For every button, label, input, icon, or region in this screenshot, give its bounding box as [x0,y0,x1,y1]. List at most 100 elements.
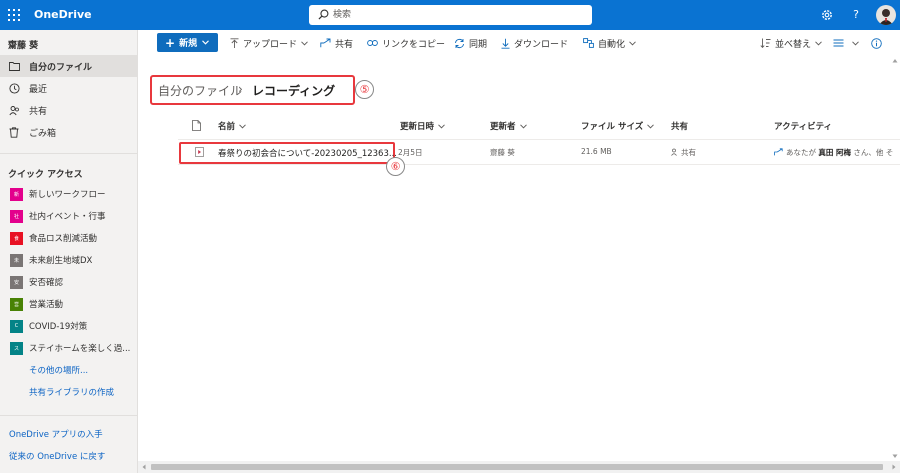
new-button-label: 新規 [179,39,198,49]
scroll-down-icon[interactable] [892,454,898,459]
callout-number-5: ⑤ [355,80,374,99]
people-icon [8,104,20,116]
automate-button[interactable]: 自動化 [583,36,640,50]
file-type-header[interactable] [192,120,201,131]
copy-link-button[interactable]: リンクをコピー [367,36,445,50]
site-label: 営業活動 [29,300,64,310]
sort-button[interactable]: 並べ替え [760,36,826,50]
details-pane-button[interactable] [871,36,886,50]
site-badge-icon: 食 [10,231,23,245]
brand-name[interactable]: OneDrive [34,8,92,21]
sharing-status: 共有 [681,148,696,157]
scroll-right-icon[interactable] [891,464,897,470]
help-icon[interactable]: ? [849,8,863,22]
nav-item-label: ごみ箱 [29,128,57,139]
user-name: 齋藤 葵 [8,41,39,51]
horizontal-scrollbar[interactable] [138,461,900,473]
search-box[interactable] [309,5,592,25]
sync-icon [455,38,464,48]
file-name-link[interactable]: 春祭りの初会合について-20230205_12363... [218,147,397,159]
avatar[interactable] [876,5,896,25]
shared-people-icon [671,148,677,156]
copy-link-label: リンクをコピー [382,39,446,50]
sidebar-site-item[interactable]: 食 食品ロス削減活動 [0,227,137,249]
sync-label: 同期 [469,39,488,50]
column-header-activity[interactable]: アクティビティ [774,120,832,132]
chevron-down-icon [301,40,308,46]
sidebar-site-item[interactable]: C COVID-19対策 [0,315,137,337]
sidebar-site-item[interactable]: ス ステイホームを楽しく過... [0,337,137,359]
share-icon [320,38,331,48]
share-button[interactable]: 共有 [320,36,353,50]
site-label: 食品ロス削減活動 [29,234,98,244]
link-icon [367,40,378,46]
plus-icon: + [165,35,176,50]
sidebar-site-item[interactable]: 営 営業活動 [0,293,137,315]
chevron-down-icon [519,123,527,129]
chevron-down-icon [815,40,822,46]
nav-item-recycle-bin[interactable]: ごみ箱 [0,121,137,143]
sidebar-site-item[interactable]: 社 社内イベント・行事 [0,205,137,227]
column-header-label: ファイル サイズ [581,122,644,132]
sidebar-divider [0,153,137,154]
scrollbar-thumb[interactable] [151,464,883,470]
activity-person: 真田 阿梅 [818,148,852,157]
sidebar-site-item[interactable]: 安 安否確認 [0,271,137,293]
scroll-up-icon[interactable] [892,58,898,63]
scroll-left-icon[interactable] [141,464,147,470]
return-classic-onedrive-link[interactable]: 従来の OneDrive に戻す [9,450,105,462]
site-label: ステイホームを楽しく過... [29,344,131,354]
nav-item-label: 最近 [29,84,48,95]
site-label: COVID-19対策 [29,322,88,332]
sidebar-site-item[interactable]: 未 未来創生地域DX [0,249,137,271]
site-badge-icon: 社 [10,209,23,223]
user-photo-icon [879,9,893,25]
column-header-name[interactable]: 名前 [218,120,246,132]
nav-item-label: 共有 [29,106,48,117]
modified-date: 2月5日 [398,148,423,157]
upload-icon [230,37,239,48]
gear-icon[interactable] [820,8,834,22]
vertical-scrollbar[interactable] [891,56,900,461]
download-icon [501,38,510,49]
sort-label: 並べ替え [775,39,812,50]
sidebar: 齋藤 葵 自分のファイル 最近 共有 ごみ箱 クイック アクセス 新 新しいワー… [0,30,138,473]
new-button[interactable]: + 新規 [157,33,218,52]
site-badge-icon: 安 [10,275,23,289]
create-shared-library-link[interactable]: 共有ライブラリの作成 [29,386,114,398]
command-bar: + 新規 アップロード 共有 リンクをコピー 同期 ダウンロード 自動化 並べ替… [138,30,900,56]
column-header-label: 更新者 [490,122,516,132]
upload-button[interactable]: アップロード [230,36,312,50]
column-header-modified[interactable]: 更新日時 [400,120,445,132]
download-button[interactable]: ダウンロード [501,36,568,50]
column-header-file-size[interactable]: ファイル サイズ [581,120,655,132]
sync-button[interactable]: 同期 [454,36,487,50]
activity-prefix: あなたが [786,148,816,157]
chevron-down-icon [852,40,859,46]
nav-item-shared[interactable]: 共有 [0,99,137,121]
app-launcher-icon[interactable] [8,9,20,21]
video-file-icon [195,147,204,157]
view-options-button[interactable] [833,36,863,50]
document-icon [192,120,201,131]
activity-text: あなたが 真田 阿梅 さん、他 そ [786,147,900,158]
nav-item-recent[interactable]: 最近 [0,77,137,99]
breadcrumb-root[interactable]: 自分のファイル [158,82,242,99]
search-input[interactable] [333,7,583,23]
upload-label: アップロード [243,39,298,50]
column-header-sharing[interactable]: 共有 [671,120,688,132]
chevron-down-icon [239,123,246,129]
site-badge-icon: C [10,319,23,333]
search-icon [318,9,329,20]
sidebar-site-item[interactable]: 新 新しいワークフロー [0,183,137,205]
get-onedrive-app-link[interactable]: OneDrive アプリの入手 [9,428,103,440]
callout-number-6: ⑥ [386,157,405,176]
chevron-down-icon [202,40,209,45]
breadcrumb-current: レコーディング [252,84,336,98]
more-places-link[interactable]: その他の場所... [29,364,88,376]
nav-item-my-files[interactable]: 自分のファイル [0,55,137,77]
column-header-modified-by[interactable]: 更新者 [490,120,527,132]
quick-access-heading: クイック アクセス [8,170,83,180]
chevron-down-icon [647,123,655,129]
automate-label: 自動化 [598,39,626,50]
